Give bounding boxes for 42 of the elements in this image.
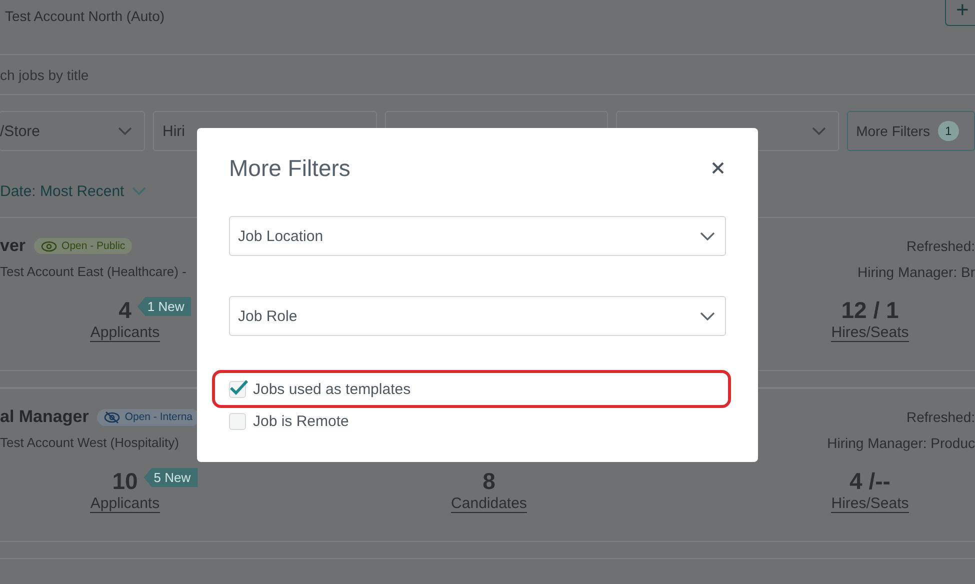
option-label: Job is Remote — [253, 412, 349, 430]
more-filters-button[interactable]: More Filters 1 — [847, 111, 975, 151]
filter-dropdown[interactable]: /Store — [0, 111, 145, 151]
search-field[interactable]: ch jobs by title — [0, 66, 89, 82]
stat-value: 12 / 1 — [841, 296, 899, 324]
close-icon[interactable] — [712, 162, 724, 174]
stat-link[interactable]: Applicants — [90, 495, 160, 513]
hiring-manager-text: Hiring Manager: Produc — [827, 435, 975, 451]
stat-link[interactable]: Hires/Seats — [831, 495, 909, 513]
chevron-icon — [700, 312, 715, 320]
select-field[interactable]: Job Role — [229, 296, 726, 336]
stat-link[interactable]: Candidates — [451, 495, 527, 513]
checkbox[interactable] — [229, 380, 246, 398]
new-tag: 5 New — [144, 468, 198, 487]
account-name: Test Account North (Auto) — [5, 8, 165, 24]
chevron-icon — [132, 186, 146, 196]
dialog-title: More Filters — [229, 154, 350, 182]
status-badge: Open - Public — [34, 238, 132, 254]
select-field[interactable]: Job Location — [229, 216, 726, 256]
count-badge: 1 — [938, 121, 959, 141]
refreshed-text: Refreshed: — [906, 238, 975, 254]
account-text: Test Account West (Hospitality) — [0, 435, 180, 450]
checkbox[interactable] — [229, 412, 246, 430]
account-text: Test Account East (Healthcare) - — [0, 264, 186, 279]
option-label: Jobs used as templates — [253, 380, 411, 398]
chevron-icon — [118, 126, 132, 136]
stat-value: 10 — [112, 468, 138, 494]
refreshed-text: Refreshed: — [906, 409, 975, 425]
chevron-icon — [700, 232, 715, 240]
add-button[interactable]: + — [945, 0, 975, 26]
stat-link[interactable]: Hires/Seats — [831, 324, 909, 342]
stat-value: 4 — [118, 296, 132, 324]
job-title[interactable]: al Manager — [0, 407, 89, 427]
hiring-manager-text: Hiring Manager: Br — [858, 264, 975, 280]
chevron-icon — [812, 126, 826, 136]
stat-value: 4 /-- — [850, 468, 890, 494]
status-badge: Open - Interna — [96, 408, 200, 426]
sort-dropdown[interactable]: Date: Most Recent — [0, 181, 146, 201]
stat-value: 8 — [482, 468, 496, 494]
stat-link[interactable]: Applicants — [90, 324, 160, 342]
new-tag: 1 New — [137, 297, 192, 316]
job-title[interactable]: ver — [0, 236, 26, 256]
